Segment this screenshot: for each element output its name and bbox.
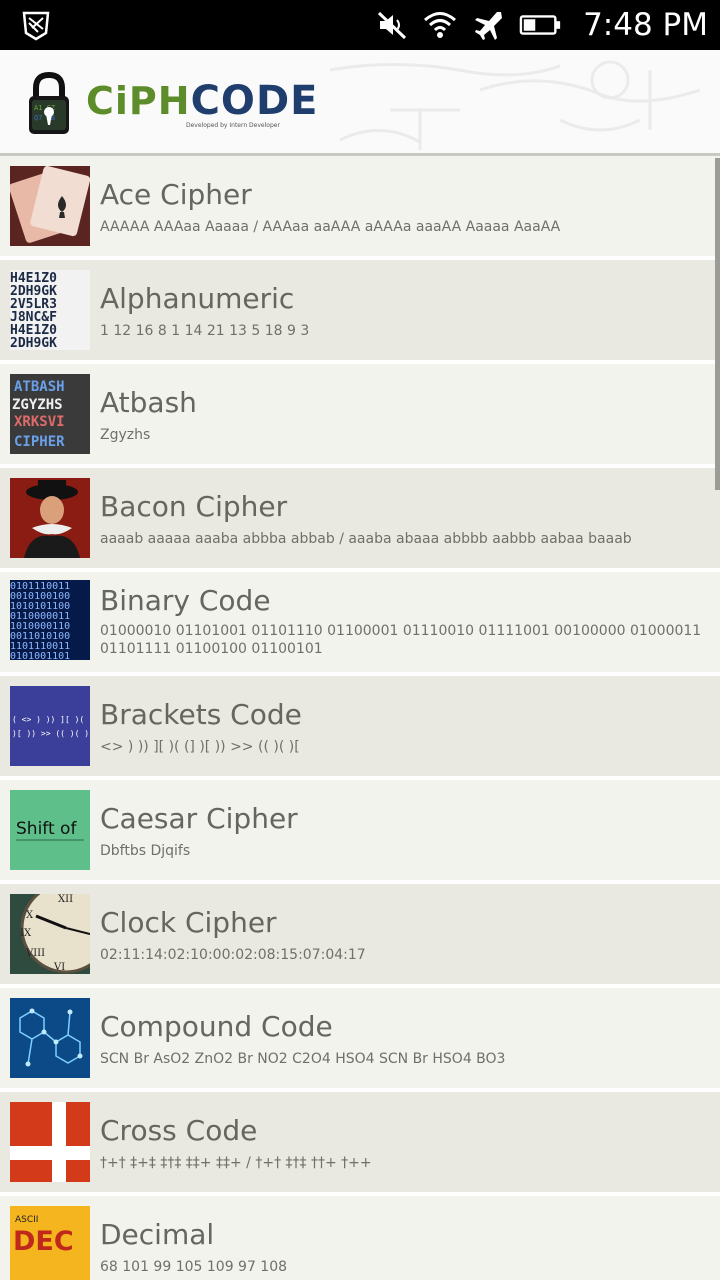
brackets-icon: ( <> ) )) ][ )( (] )[ )) >> (( )( )[ xyxy=(10,686,90,766)
item-title: Brackets Code xyxy=(100,698,302,731)
item-title: Caesar Cipher xyxy=(100,802,298,835)
atbash-line-1: ATBASH xyxy=(14,379,65,395)
status-bar: 7:48 PM xyxy=(0,0,720,50)
decimal-thumb-top: ASCII xyxy=(15,1215,38,1225)
atbash-line-4: CIPHER xyxy=(14,434,65,450)
item-example: 01000010 01101001 01101110 01100001 0111… xyxy=(100,623,702,657)
cross-flag-icon xyxy=(10,1102,90,1182)
item-title: Compound Code xyxy=(100,1010,333,1043)
item-title: Clock Cipher xyxy=(100,906,277,939)
list-item-bacon-cipher[interactable]: Bacon Cipher aaaab aaaaa aaaba abbba abb… xyxy=(0,468,720,572)
item-example: 02:11:14:02:10:00:02:08:15:07:04:17 xyxy=(100,947,366,963)
item-example: 1 12 16 8 1 14 21 13 5 18 9 3 xyxy=(100,323,310,339)
molecule-icon xyxy=(10,998,90,1078)
item-example: <> ) )) ][ )( (] )[ )) >> (( )( )[ xyxy=(100,739,300,755)
logo-ciph: CiPH xyxy=(86,79,191,123)
wifi-icon xyxy=(424,12,457,38)
item-title: Bacon Cipher xyxy=(100,490,288,523)
cipher-list: Ace Cipher AAAAA AAAaa Aaaaa / AAAaa aaA… xyxy=(0,156,720,1280)
item-title: Atbash xyxy=(100,386,197,419)
item-example: SCN Br AsO2 ZnO2 Br NO2 C2O4 HSO4 SCN Br… xyxy=(100,1051,506,1067)
item-example: AAAAA AAAaa Aaaaa / AAAaa aaAAA aAAAa aa… xyxy=(100,219,561,235)
alphanumeric-icon: H4E1Z0 2DH9GK 2V5LR3 J8NC&F H4E1Z0 2DH9G… xyxy=(10,270,90,350)
svg-text:XII: XII xyxy=(58,894,73,905)
battery-icon xyxy=(519,15,561,35)
brackets-line-2: )[ )) >> (( )( )[ xyxy=(12,729,90,738)
item-example: Dbftbs Djqifs xyxy=(100,843,191,859)
item-example: aaaab aaaaa aaaba abbba abbab / aaaba ab… xyxy=(100,531,632,547)
list-item-ace-cipher[interactable]: Ace Cipher AAAAA AAAaa Aaaaa / AAAaa aaA… xyxy=(0,156,720,260)
item-title: Binary Code xyxy=(100,584,271,617)
airplane-icon xyxy=(475,12,503,40)
status-icons: 7:48 PM xyxy=(375,0,708,50)
caesar-shift-icon: Shift of xyxy=(10,790,90,870)
padlock-logo-icon: A1 CZ Q7 XB xyxy=(29,72,69,134)
brackets-line-1: ( <> ) )) ][ )( (] xyxy=(12,715,90,724)
list-item-compound-code[interactable]: Compound Code SCN Br AsO2 ZnO2 Br NO2 C2… xyxy=(0,988,720,1092)
atbash-line-3: XRKSVI xyxy=(14,414,65,430)
item-title: Ace Cipher xyxy=(100,178,252,211)
item-example: Zgyzhs xyxy=(100,427,151,443)
decimal-thumb-main: DEC xyxy=(13,1226,74,1257)
binary-icon: 0101110011 0010100100 1010101100 0110000… xyxy=(10,580,90,660)
clock-icon: XII X IX VIII VI xyxy=(10,894,90,974)
app-shield-icon xyxy=(22,11,50,41)
svg-text:X: X xyxy=(26,910,34,921)
item-title: Cross Code xyxy=(100,1114,258,1147)
list-item-decimal[interactable]: ASCII DEC Decimal 68 101 99 105 109 97 1… xyxy=(0,1196,720,1280)
list-item-atbash[interactable]: ATBASH ZGYZHS XRKSVI CIPHER Atbash Zgyzh… xyxy=(0,364,720,468)
caesar-thumb-text: Shift of xyxy=(16,819,77,839)
list-item-clock-cipher[interactable]: XII X IX VIII VI Clock Cipher 02:11:14:0… xyxy=(0,884,720,988)
list-scrollbar[interactable] xyxy=(715,158,720,490)
atbash-line-2: ZGYZHS xyxy=(12,397,63,413)
ace-card-icon xyxy=(10,166,90,246)
list-item-brackets-code[interactable]: ( <> ) )) ][ )( (] )[ )) >> (( )( )[ Bra… xyxy=(0,676,720,780)
svg-text:0101001101: 0101001101 xyxy=(10,651,70,660)
svg-text:VI: VI xyxy=(53,962,65,973)
mute-icon xyxy=(378,11,407,40)
atbash-icon: ATBASH ZGYZHS XRKSVI CIPHER xyxy=(10,374,90,454)
item-title: Decimal xyxy=(100,1218,215,1251)
item-example: 68 101 99 105 109 97 108 xyxy=(100,1259,288,1275)
ascii-dec-icon: ASCII DEC xyxy=(10,1206,90,1280)
list-item-binary-code[interactable]: 0101110011 0010100100 1010101100 0110000… xyxy=(0,572,720,676)
svg-text:VIII: VIII xyxy=(25,948,45,959)
logo-subtitle: Developed by Intern Developer xyxy=(186,122,280,129)
app-header: A1 CZ Q7 XB CiPH CODE Developed by Inter… xyxy=(0,50,720,154)
list-item-cross-code[interactable]: Cross Code †+† ‡+‡ ‡†‡ ‡‡+ ‡‡+ / †+† ‡†‡… xyxy=(0,1092,720,1196)
svg-text:IX: IX xyxy=(20,928,32,939)
logo-code: CODE xyxy=(190,78,319,124)
item-title: Alphanumeric xyxy=(100,282,295,315)
item-example: †+† ‡+‡ ‡†‡ ‡‡+ ‡‡+ / †+† ‡†‡ ††+ †++ xyxy=(100,1155,372,1171)
app-logo-wordmark: CiPH CODE xyxy=(86,78,319,124)
bacon-portrait-icon xyxy=(10,478,90,558)
clock-time: 7:48 PM xyxy=(583,7,708,43)
svg-text:2DH9GK: 2DH9GK xyxy=(10,336,57,350)
list-item-alphanumeric[interactable]: H4E1Z0 2DH9GK 2V5LR3 J8NC&F H4E1Z0 2DH9G… xyxy=(0,260,720,364)
list-item-caesar-cipher[interactable]: Shift of Caesar Cipher Dbftbs Djqifs xyxy=(0,780,720,884)
